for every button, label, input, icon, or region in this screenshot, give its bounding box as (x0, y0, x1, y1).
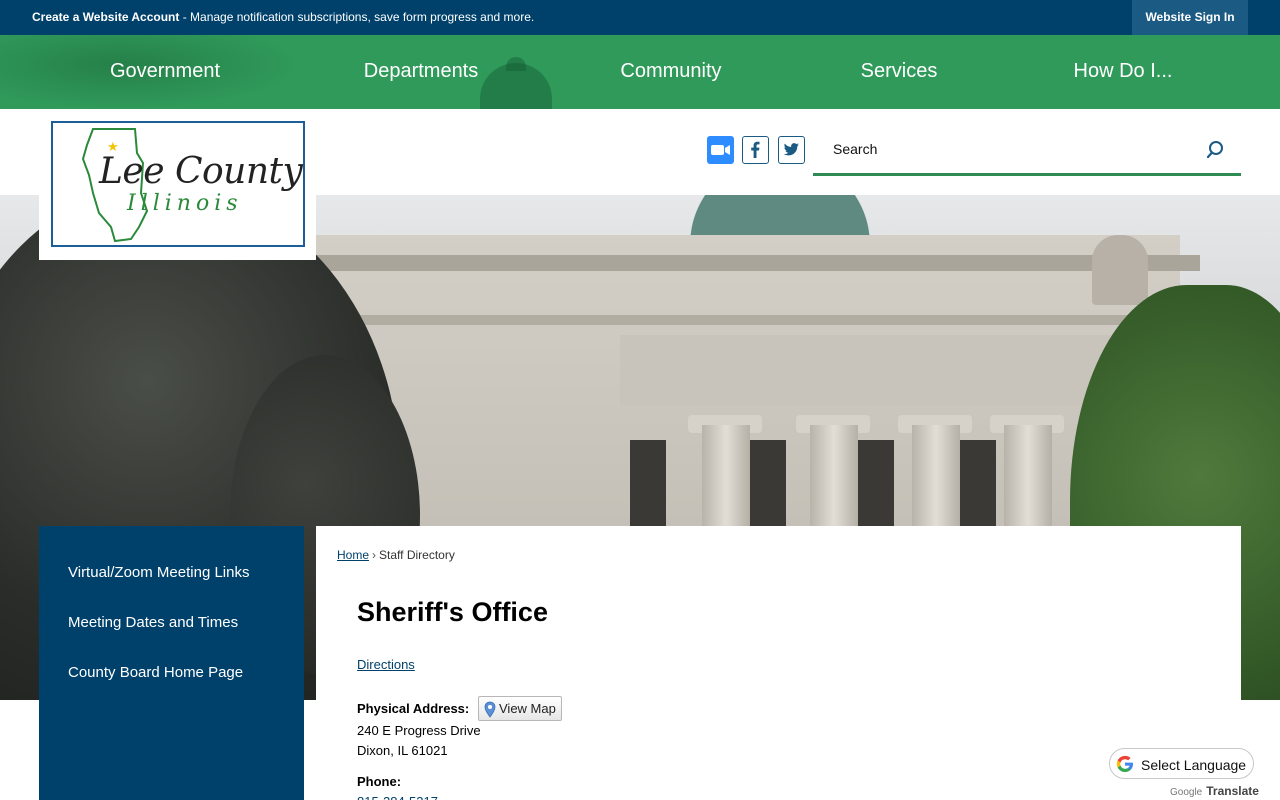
sidebar-item-county-board-home[interactable]: County Board Home Page (68, 664, 243, 681)
website-sign-in-button[interactable]: Website Sign In (1132, 0, 1248, 35)
nav-community[interactable]: Community (590, 35, 752, 109)
breadcrumb-current: Staff Directory (379, 548, 455, 562)
google-icon (1115, 754, 1135, 779)
nav-how-do-i[interactable]: How Do I... (1055, 35, 1191, 109)
address-line-1: 240 E Progress Drive (357, 723, 481, 738)
phone-link[interactable]: 815-284-5217 (357, 794, 438, 800)
sidebar-navigation: Virtual/Zoom Meeting Links Meeting Dates… (39, 526, 304, 800)
translate-label: Translate (1206, 784, 1259, 798)
top-account-bar: Create a Website Account - Manage notifi… (0, 0, 1280, 35)
directions-link[interactable]: Directions (357, 657, 415, 672)
logo-frame: ★ Lee County Illinois (51, 121, 305, 247)
hero-cornice (300, 255, 1200, 271)
site-search (813, 126, 1241, 176)
phone-label: Phone: (357, 774, 402, 789)
breadcrumb-separator: › (372, 548, 377, 562)
view-map-label: View Map (499, 701, 556, 716)
main-navigation: Government Departments Community Service… (0, 35, 1280, 109)
google-logo: Google (1170, 787, 1203, 798)
main-content: Home › Staff Directory Sheriff's Office Di… (316, 526, 1241, 800)
search-icon[interactable] (1205, 138, 1229, 162)
sidebar-item-meeting-dates[interactable]: Meeting Dates and Times (68, 614, 238, 631)
nav-government[interactable]: Government (80, 35, 250, 109)
twitter-icon[interactable] (778, 136, 805, 164)
nav-departments[interactable]: Departments (335, 35, 507, 109)
breadcrumb: Home › Staff Directory (337, 548, 455, 562)
hero-cornice-lower (300, 315, 1200, 325)
facebook-icon[interactable] (742, 136, 769, 164)
create-account-link[interactable]: Create a Website Account - Manage notifi… (32, 0, 534, 35)
nav-background-dome-top (506, 57, 526, 71)
search-input[interactable] (813, 126, 1193, 172)
sidebar-item-virtual-zoom-links[interactable]: Virtual/Zoom Meeting Links (68, 564, 249, 581)
logo-title: Lee County (99, 151, 303, 192)
nav-services[interactable]: Services (835, 35, 963, 109)
hero-finial (1092, 235, 1148, 305)
powered-by-google-translate[interactable]: Google Translate (1170, 784, 1259, 798)
logo-subtitle: Illinois (127, 191, 243, 216)
zoom-icon[interactable] (707, 136, 734, 164)
hero-frieze (620, 335, 1120, 405)
address-line-2: Dixon, IL 61021 (357, 743, 448, 758)
breadcrumb-home-link[interactable]: Home (337, 548, 369, 562)
select-language-dropdown[interactable]: Select Language (1109, 748, 1254, 779)
view-map-button[interactable]: View Map (478, 696, 562, 721)
map-pin-icon (484, 701, 496, 721)
select-language-label: Select Language (1141, 757, 1247, 773)
page-title: Sheriff's Office (357, 597, 548, 627)
site-logo[interactable]: ★ Lee County Illinois (39, 109, 316, 260)
physical-address-label: Physical Address: (357, 701, 470, 716)
